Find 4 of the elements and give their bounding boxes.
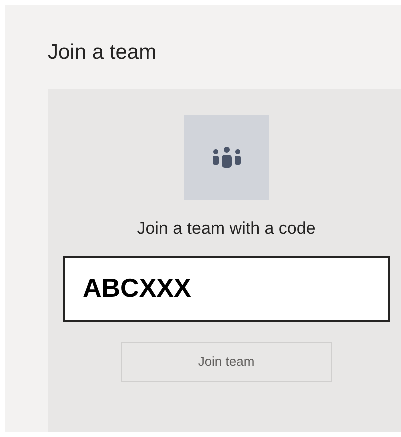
join-code-heading: Join a team with a code <box>137 218 316 240</box>
people-group-icon <box>212 146 242 170</box>
code-input-field[interactable]: ABCXXX <box>63 256 390 322</box>
page-title: Join a team <box>48 40 158 66</box>
